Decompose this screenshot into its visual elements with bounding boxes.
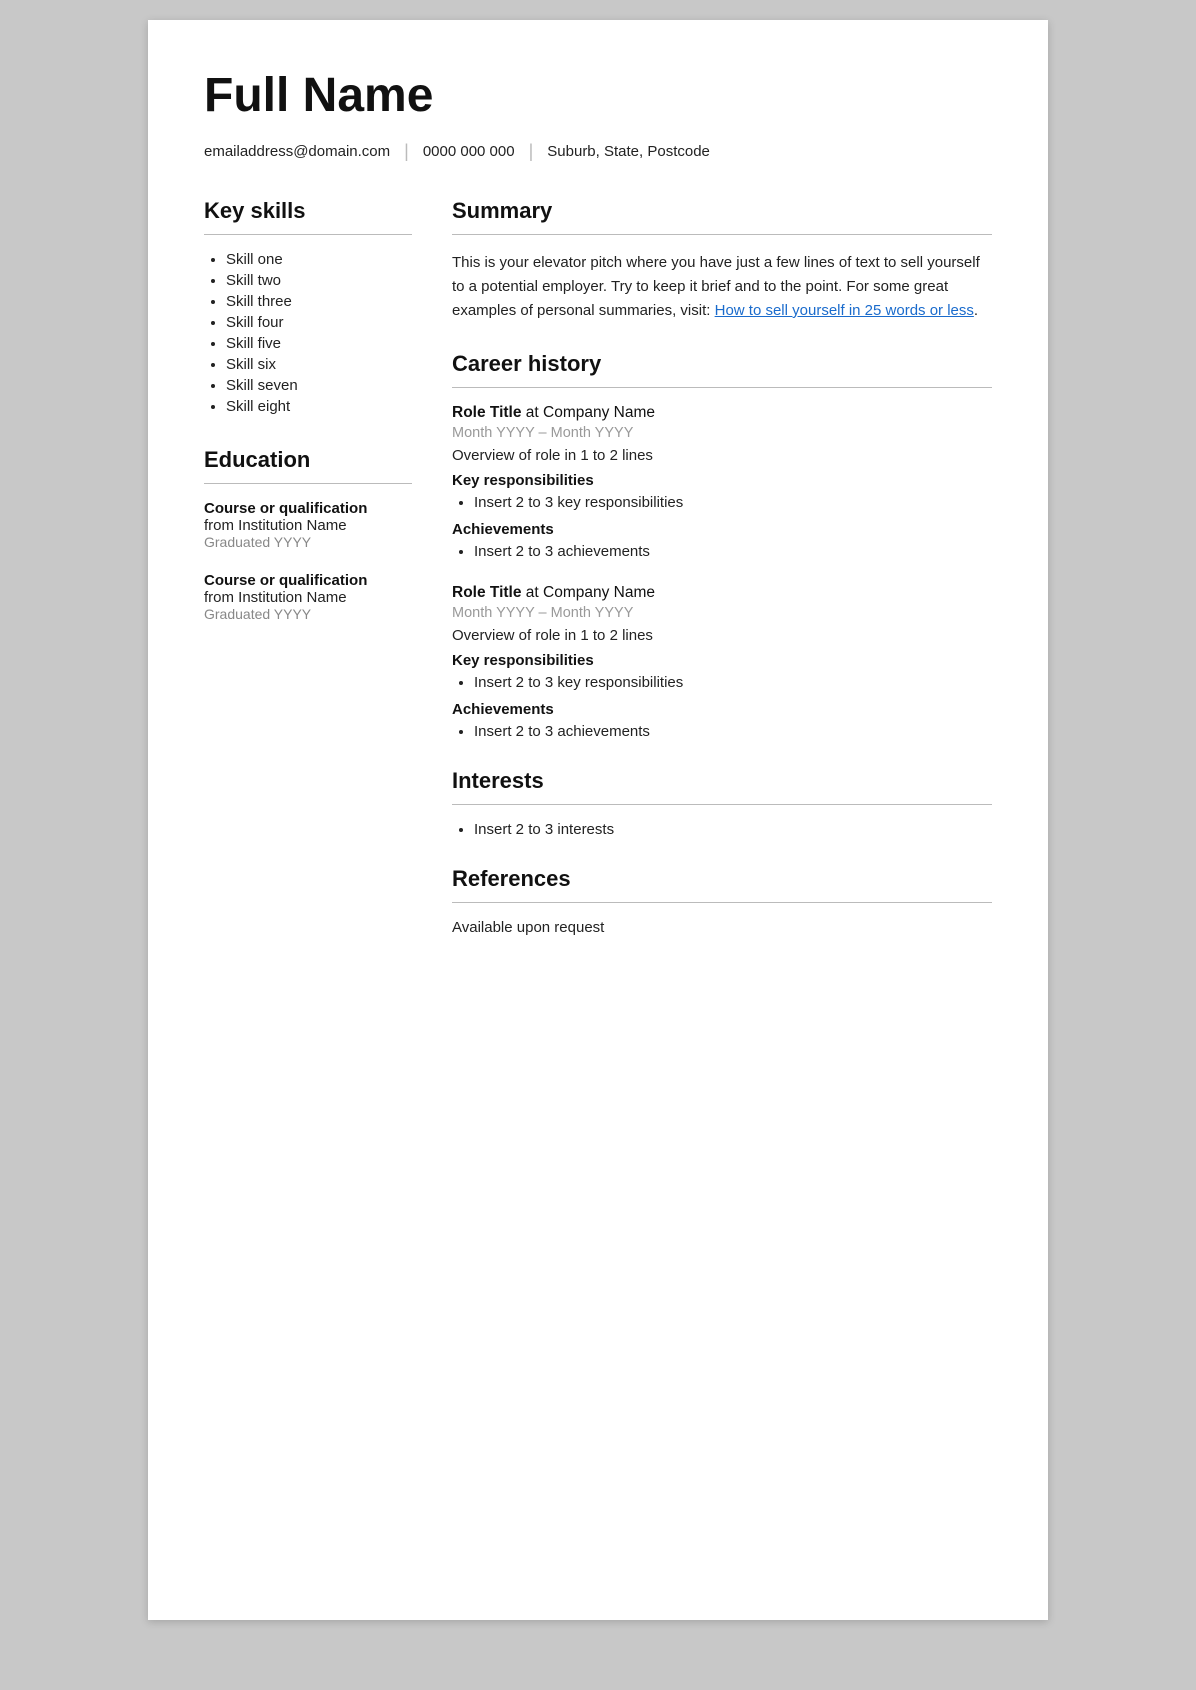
edu-graduated-1: Graduated YYYY [204, 534, 412, 550]
summary-divider [452, 234, 992, 235]
references-section: References Available upon request [452, 866, 992, 936]
interests-title: Interests [452, 768, 992, 794]
interests-divider [452, 804, 992, 805]
list-item: Skill eight [226, 398, 412, 415]
achievements-title-1: Achievements [452, 521, 992, 538]
role-rest-2: at Company Name [521, 584, 655, 601]
list-item: Skill six [226, 356, 412, 373]
skills-divider [204, 234, 412, 235]
education-divider [204, 483, 412, 484]
summary-link[interactable]: How to sell yourself in 25 words or less [715, 302, 974, 319]
responsibilities-title-2: Key responsibilities [452, 652, 992, 669]
edu-item-1: Course or qualification from Institution… [204, 500, 412, 550]
main-layout: Key skills Skill one Skill two Skill thr… [204, 198, 992, 964]
phone: 0000 000 000 [423, 143, 515, 160]
summary-title: Summary [452, 198, 992, 224]
list-item: Skill one [226, 251, 412, 268]
edu-course-2: Course or qualification [204, 572, 412, 589]
job-title-2: Role Title at Company Name [452, 584, 992, 602]
edu-item-2: Course or qualification from Institution… [204, 572, 412, 622]
left-column: Key skills Skill one Skill two Skill thr… [204, 198, 444, 964]
interests-section: Interests Insert 2 to 3 interests [452, 768, 992, 838]
responsibilities-list-1: Insert 2 to 3 key responsibilities [452, 494, 992, 511]
role-rest-1: at Company Name [521, 404, 655, 421]
right-column: Summary This is your elevator pitch wher… [444, 198, 992, 964]
summary-text: This is your elevator pitch where you ha… [452, 251, 992, 323]
sep2: | [529, 141, 534, 162]
job-block-2: Role Title at Company Name Month YYYY – … [452, 584, 992, 740]
edu-graduated-2: Graduated YYYY [204, 606, 412, 622]
job-dates-2: Month YYYY – Month YYYY [452, 605, 992, 621]
full-name: Full Name [204, 68, 992, 123]
job-block-1: Role Title at Company Name Month YYYY – … [452, 404, 992, 560]
responsibilities-title-1: Key responsibilities [452, 472, 992, 489]
job-title-1: Role Title at Company Name [452, 404, 992, 422]
location: Suburb, State, Postcode [547, 143, 710, 160]
list-item: Skill three [226, 293, 412, 310]
education-title: Education [204, 447, 412, 473]
summary-suffix: . [974, 302, 978, 319]
edu-institution-2: from Institution Name [204, 589, 412, 606]
job-overview-2: Overview of role in 1 to 2 lines [452, 627, 992, 644]
list-item: Skill four [226, 314, 412, 331]
skills-title: Key skills [204, 198, 412, 224]
education-section: Education Course or qualification from I… [204, 447, 412, 622]
edu-course-1: Course or qualification [204, 500, 412, 517]
career-divider [452, 387, 992, 388]
list-item: Insert 2 to 3 key responsibilities [474, 494, 992, 511]
achievements-title-2: Achievements [452, 701, 992, 718]
list-item: Insert 2 to 3 achievements [474, 543, 992, 560]
edu-institution-1: from Institution Name [204, 517, 412, 534]
summary-section: Summary This is your elevator pitch wher… [452, 198, 992, 323]
resume-page: Full Name emailaddress@domain.com | 0000… [148, 20, 1048, 1620]
interests-list: Insert 2 to 3 interests [452, 821, 992, 838]
list-item: Skill two [226, 272, 412, 289]
job-overview-1: Overview of role in 1 to 2 lines [452, 447, 992, 464]
responsibilities-list-2: Insert 2 to 3 key responsibilities [452, 674, 992, 691]
achievements-list-2: Insert 2 to 3 achievements [452, 723, 992, 740]
skills-section: Key skills Skill one Skill two Skill thr… [204, 198, 412, 415]
role-bold-2: Role Title [452, 584, 521, 601]
job-dates-1: Month YYYY – Month YYYY [452, 425, 992, 441]
references-divider [452, 902, 992, 903]
list-item: Insert 2 to 3 key responsibilities [474, 674, 992, 691]
list-item: Skill five [226, 335, 412, 352]
email: emailaddress@domain.com [204, 143, 390, 160]
role-bold-1: Role Title [452, 404, 521, 421]
skills-list: Skill one Skill two Skill three Skill fo… [204, 251, 412, 415]
references-title: References [452, 866, 992, 892]
references-text: Available upon request [452, 919, 992, 936]
list-item: Insert 2 to 3 interests [474, 821, 992, 838]
list-item: Skill seven [226, 377, 412, 394]
header-section: Full Name emailaddress@domain.com | 0000… [204, 68, 992, 162]
achievements-list-1: Insert 2 to 3 achievements [452, 543, 992, 560]
list-item: Insert 2 to 3 achievements [474, 723, 992, 740]
contact-bar: emailaddress@domain.com | 0000 000 000 |… [204, 141, 992, 162]
career-section: Career history Role Title at Company Nam… [452, 351, 992, 740]
sep1: | [404, 141, 409, 162]
career-title: Career history [452, 351, 992, 377]
